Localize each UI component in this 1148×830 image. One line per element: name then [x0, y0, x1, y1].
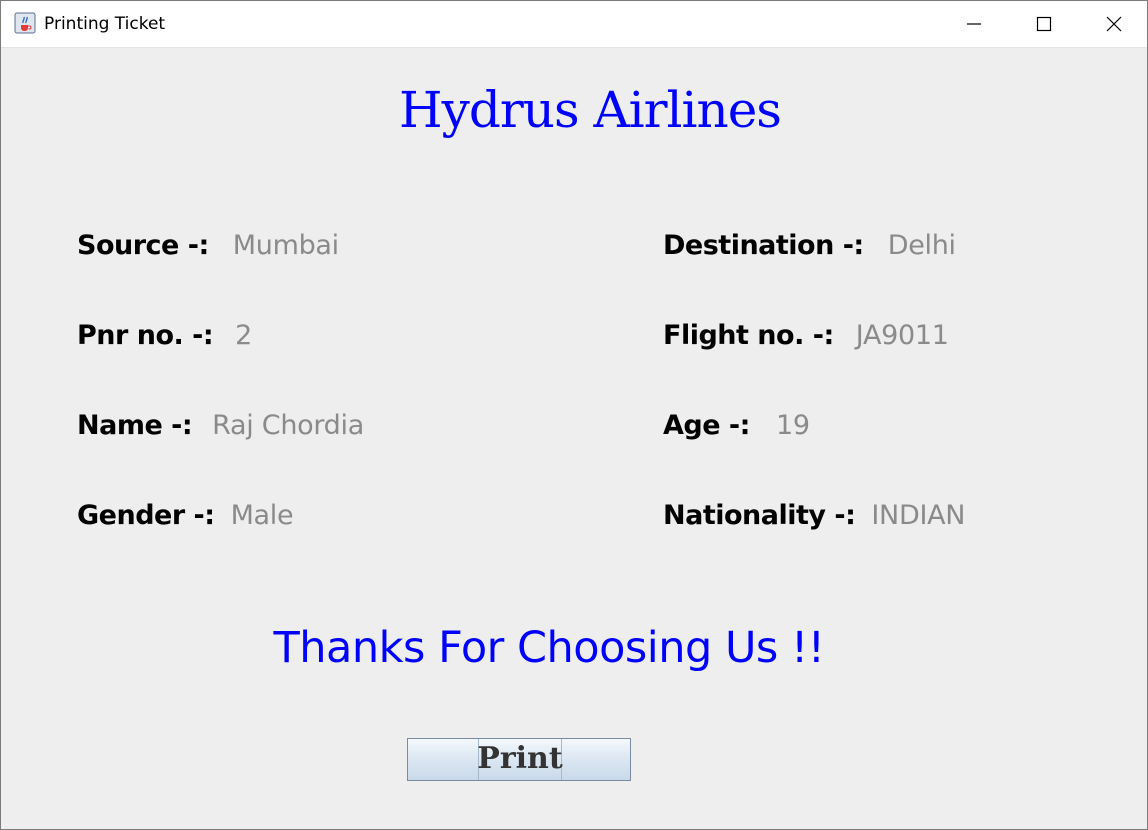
gender-label: Gender -: — [77, 500, 215, 531]
nationality-label: Nationality -: — [663, 500, 856, 531]
nationality-value: INDIAN — [871, 500, 966, 531]
window-title: Printing Ticket — [44, 14, 166, 34]
destination-label: Destination -: — [663, 230, 864, 261]
flight-field: Flight no. -: JA9011 — [663, 320, 949, 351]
name-value: Raj Chordia — [212, 410, 364, 441]
age-label: Age -: — [663, 410, 750, 441]
minimize-icon — [967, 23, 981, 25]
airline-title: Hydrus Airlines — [399, 81, 782, 139]
printing-ticket-window: Printing Ticket Hydrus Airlines Source -… — [0, 0, 1148, 830]
gender-field: Gender -: Male — [77, 500, 294, 531]
title-bar[interactable]: Printing Ticket — [1, 1, 1147, 48]
destination-value: Delhi — [887, 230, 956, 261]
minimize-button[interactable] — [939, 1, 1009, 47]
close-icon — [1106, 16, 1122, 32]
pnr-field: Pnr no. -: 2 — [77, 320, 252, 351]
gender-value: Male — [230, 500, 294, 531]
name-label: Name -: — [77, 410, 193, 441]
java-cup-icon — [14, 12, 36, 34]
print-button[interactable]: Print — [407, 738, 631, 781]
source-field: Source -: Mumbai — [77, 230, 339, 261]
thanks-message: Thanks For Choosing Us !! — [273, 623, 825, 673]
close-button[interactable] — [1079, 1, 1148, 47]
source-label: Source -: — [77, 230, 209, 261]
maximize-button[interactable] — [1009, 1, 1079, 47]
maximize-icon — [1036, 16, 1052, 32]
age-field: Age -: 19 — [663, 410, 810, 441]
age-value: 19 — [775, 410, 810, 441]
ticket-panel: Hydrus Airlines Source -: Mumbai Destinat… — [1, 48, 1147, 829]
pnr-label: Pnr no. -: — [77, 320, 214, 351]
name-field: Name -: Raj Chordia — [77, 410, 364, 441]
source-value: Mumbai — [232, 230, 339, 261]
pnr-value: 2 — [235, 320, 253, 351]
flight-label: Flight no. -: — [663, 320, 834, 351]
flight-value: JA9011 — [855, 320, 949, 351]
print-button-label: Print — [477, 741, 563, 776]
destination-field: Destination -: Delhi — [663, 230, 956, 261]
nationality-field: Nationality -: INDIAN — [663, 500, 965, 531]
